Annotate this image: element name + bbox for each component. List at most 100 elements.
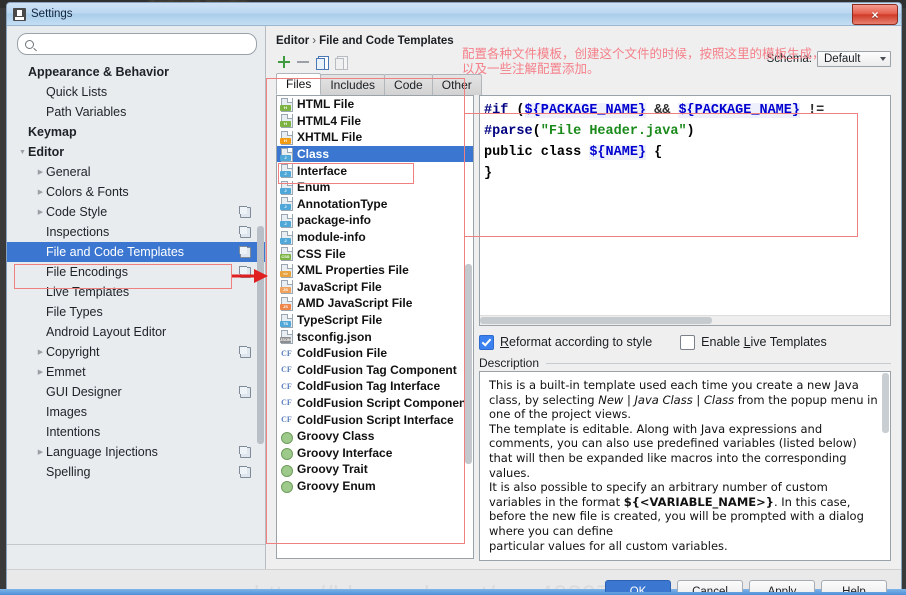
cancel-button[interactable]: Cancel xyxy=(677,580,743,592)
template-code-editor[interactable]: #if (${PACKAGE_NAME} && ${PACKAGE_NAME} … xyxy=(479,95,891,326)
reformat-according-to-style-label[interactable]: Reformat according to style xyxy=(500,335,652,349)
enable-live-templates-label[interactable]: Enable Live Templates xyxy=(701,335,827,349)
sidebar-item-general[interactable]: ▶ General xyxy=(7,162,265,182)
file-template-row[interactable]: CF ColdFusion File xyxy=(277,345,473,362)
sidebar-item-colors-fonts[interactable]: ▶ Colors & Fonts xyxy=(7,182,265,202)
file-template-row[interactable]: CF ColdFusion Script Interface xyxy=(277,411,473,428)
sidebar-item-code-style[interactable]: ▶ Code Style xyxy=(7,202,265,222)
tab-code[interactable]: Code xyxy=(384,74,433,95)
chevron-right-icon[interactable]: ▶ xyxy=(35,369,46,376)
file-template-row[interactable]: H XHTML File xyxy=(277,129,473,146)
file-template-row[interactable]: <> XML Properties File xyxy=(277,262,473,279)
sidebar-item-file-and-code-templates[interactable]: File and Code Templates xyxy=(7,242,265,262)
file-template-row[interactable]: JS AMD JavaScript File xyxy=(277,295,473,312)
file-template-row[interactable]: CF ColdFusion Tag Component xyxy=(277,362,473,379)
file-template-row[interactable]: Jmodule-info xyxy=(277,229,473,246)
ok-button[interactable]: OK xyxy=(605,580,671,592)
sidebar-item-gui-designer[interactable]: GUI Designer xyxy=(7,382,265,402)
sidebar-scrollbar-thumb[interactable] xyxy=(257,226,264,444)
file-template-row[interactable]: H HTML File xyxy=(277,96,473,113)
reformat-according-to-style-checkbox[interactable] xyxy=(479,334,494,350)
sidebar-item-spelling[interactable]: Spelling xyxy=(7,462,265,482)
template-category-tabs[interactable]: Files Includes Code Other xyxy=(276,73,901,95)
file-list-scrollbar-thumb[interactable] xyxy=(465,264,472,464)
sidebar-item-file-types[interactable]: File Types xyxy=(7,302,265,322)
sidebar-item-label: Language Injections xyxy=(46,445,158,459)
breadcrumb-parent[interactable]: Editor xyxy=(276,35,309,47)
tab-files[interactable]: Files xyxy=(276,73,322,95)
sidebar-item-inspections[interactable]: Inspections xyxy=(7,222,265,242)
copy-settings-icon[interactable] xyxy=(239,346,251,358)
sidebar-item-emmet[interactable]: ▶ Emmet xyxy=(7,362,265,382)
copy-settings-icon[interactable] xyxy=(239,266,251,278)
file-template-row[interactable]: JSON tsconfig.json xyxy=(277,328,473,345)
sidebar-item-appearance-behavior[interactable]: Appearance & Behavior xyxy=(7,62,265,82)
help-button[interactable]: Help xyxy=(821,580,887,592)
apply-button[interactable]: Apply xyxy=(749,580,815,592)
sidebar-item-keymap[interactable]: Keymap xyxy=(7,122,265,142)
sidebar-item-intentions[interactable]: Intentions xyxy=(7,422,265,442)
search-input[interactable] xyxy=(38,35,256,53)
sidebar-item-path-variables[interactable]: Path Variables xyxy=(7,102,265,122)
file-template-row[interactable]: J Enum xyxy=(277,179,473,196)
file-template-label: AMD JavaScript File xyxy=(297,296,413,311)
file-template-row[interactable]: CF ColdFusion Tag Interface xyxy=(277,378,473,395)
sidebar-item-editor[interactable]: ▼ Editor xyxy=(7,142,265,162)
sidebar-item-label: Inspections xyxy=(46,225,110,239)
sidebar-item-live-templates[interactable]: Live Templates xyxy=(7,282,265,302)
sidebar-item-images[interactable]: Images xyxy=(7,402,265,422)
tab-other[interactable]: Other xyxy=(431,74,482,95)
template-file-list[interactable]: H HTML File H HTML4 File H XHTML File J Class J I… xyxy=(277,96,473,558)
sidebar-item-copyright[interactable]: ▶ Copyright xyxy=(7,342,265,362)
copy-settings-icon[interactable] xyxy=(239,446,251,458)
file-template-row[interactable]: CSS CSS File xyxy=(277,245,473,262)
search-box[interactable] xyxy=(17,33,257,55)
copy-settings-icon[interactable] xyxy=(239,466,251,478)
code-neq-operator: != xyxy=(799,103,825,118)
file-template-row[interactable]: JS JavaScript File xyxy=(277,279,473,296)
file-template-row[interactable]: Jpackage-info xyxy=(277,212,473,229)
sidebar-item-label: Appearance & Behavior xyxy=(28,65,170,79)
code-string-file-header: "File Header.java" xyxy=(540,124,687,139)
enable-live-templates-checkbox[interactable] xyxy=(680,334,696,350)
copy-template-icon[interactable] xyxy=(314,54,330,70)
description-scrollbar-thumb[interactable] xyxy=(882,373,889,433)
sidebar-item-android-layout-editor[interactable]: Android Layout Editor xyxy=(7,322,265,342)
sidebar-item-label: Keymap xyxy=(28,125,77,139)
chevron-right-icon[interactable]: ▶ xyxy=(35,349,46,356)
schema-dropdown[interactable]: Default xyxy=(817,51,891,67)
copy-settings-icon[interactable] xyxy=(239,206,251,218)
code-paren-open: ( xyxy=(508,103,525,118)
file-template-row[interactable]: Groovy Interface xyxy=(277,444,473,461)
chevron-right-icon[interactable]: ▶ xyxy=(35,189,46,196)
editor-scrollbar-thumb[interactable] xyxy=(480,317,712,324)
add-template-icon[interactable] xyxy=(276,54,292,70)
file-template-row[interactable]: Groovy Trait xyxy=(277,461,473,478)
file-template-row[interactable]: TS TypeScript File xyxy=(277,312,473,329)
close-button[interactable]: × xyxy=(852,4,898,25)
chevron-right-icon[interactable]: ▶ xyxy=(35,449,46,456)
file-template-row[interactable]: J AnnotationType xyxy=(277,196,473,213)
chevron-right-icon[interactable]: ▶ xyxy=(35,169,46,176)
settings-tree[interactable]: Appearance & Behavior Quick Lists Path Var… xyxy=(7,60,265,544)
sidebar-item-language-injections[interactable]: ▶ Language Injections xyxy=(7,442,265,462)
file-template-row[interactable]: J Interface xyxy=(277,162,473,179)
file-template-row[interactable]: Groovy Class xyxy=(277,428,473,445)
file-template-row[interactable]: H HTML4 File xyxy=(277,113,473,130)
java-class-icon: J xyxy=(280,147,293,162)
tab-includes[interactable]: Includes xyxy=(320,74,386,95)
description-text-box[interactable]: This is a built-in template used each ti… xyxy=(479,371,891,561)
editor-horizontal-scrollbar[interactable] xyxy=(480,315,890,325)
copy-settings-icon[interactable] xyxy=(239,386,251,398)
sidebar-item-label: Images xyxy=(46,405,87,419)
remove-template-icon[interactable] xyxy=(295,54,311,70)
sidebar-item-file-encodings[interactable]: File Encodings xyxy=(7,262,265,282)
copy-settings-icon[interactable] xyxy=(239,226,251,238)
file-template-row[interactable]: CF ColdFusion Script Component xyxy=(277,395,473,412)
chevron-down-icon[interactable]: ▼ xyxy=(17,149,28,156)
sidebar-item-quick-lists[interactable]: Quick Lists xyxy=(7,82,265,102)
file-template-row[interactable]: Groovy Enum xyxy=(277,478,473,495)
chevron-right-icon[interactable]: ▶ xyxy=(35,209,46,216)
file-template-row[interactable]: J Class xyxy=(277,145,473,163)
copy-settings-icon[interactable] xyxy=(239,246,251,258)
